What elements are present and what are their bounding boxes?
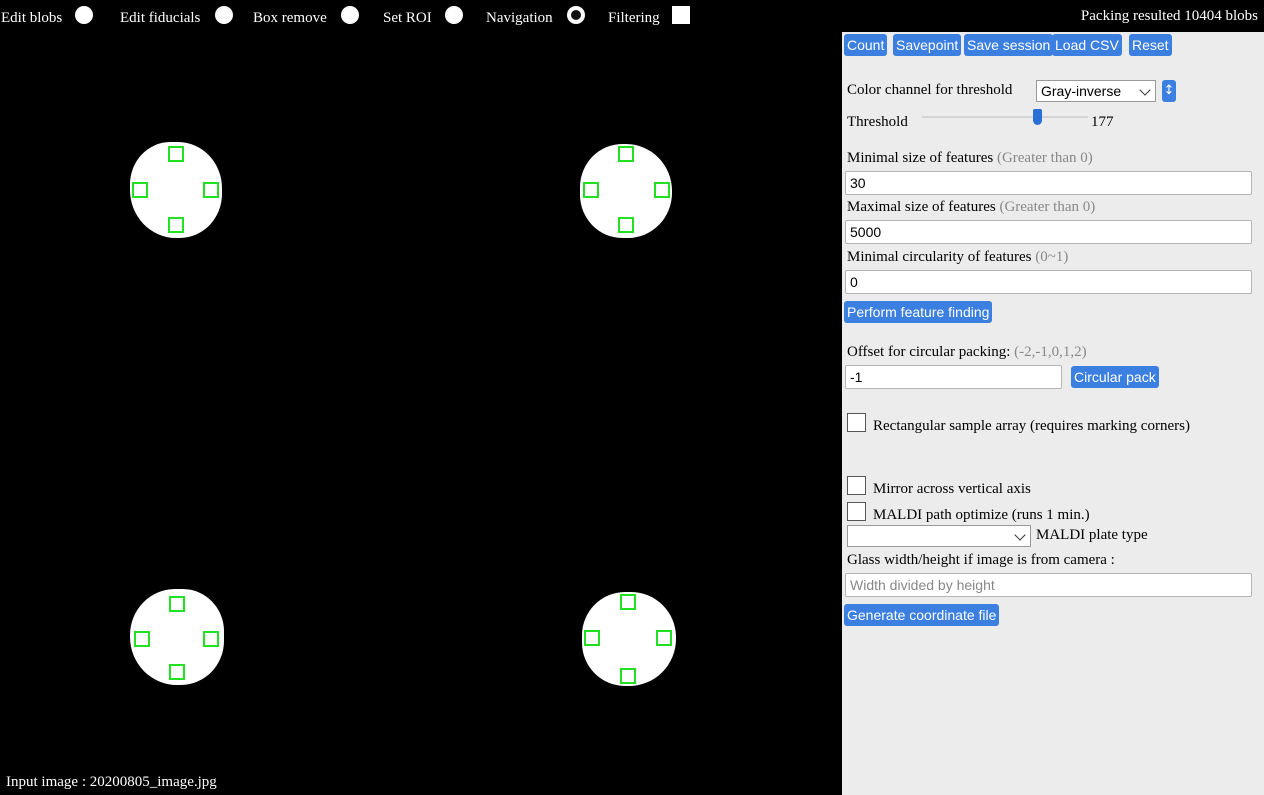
maldi-plate-label: MALDI plate type bbox=[1036, 527, 1148, 543]
swap-vertical-icon[interactable]: ↕ bbox=[1162, 80, 1176, 102]
threshold-slider-thumb[interactable] bbox=[1032, 109, 1042, 125]
mode-label-edit-blobs: Edit blobs bbox=[1, 10, 63, 26]
radio-edit-blobs[interactable] bbox=[75, 6, 93, 24]
fiducial-marker bbox=[203, 631, 219, 647]
fiducial-marker bbox=[654, 182, 670, 198]
mode-label-set-roi: Set ROI bbox=[383, 10, 432, 26]
circularity-input[interactable]: 0 bbox=[845, 270, 1252, 294]
count-button[interactable]: Count bbox=[844, 34, 888, 56]
maldi-optimize-label: MALDI path optimize (runs 1 min.) bbox=[873, 507, 1090, 523]
rectangular-array-checkbox[interactable] bbox=[847, 413, 866, 432]
offset-label: Offset for circular packing: (-2,-1,0,1,… bbox=[847, 344, 1087, 360]
fiducial-marker bbox=[656, 630, 672, 646]
threshold-value: 177 bbox=[1091, 114, 1114, 130]
color-channel-label: Color channel for threshold bbox=[847, 82, 1013, 98]
mode-label-edit-fiducials: Edit fiducials bbox=[120, 10, 201, 26]
color-channel-select[interactable]: Gray-inverse bbox=[1036, 80, 1156, 102]
maldi-optimize-checkbox[interactable] bbox=[847, 502, 866, 521]
max-size-label: Maximal size of features (Greater than 0… bbox=[847, 199, 1096, 215]
fiducial-marker bbox=[620, 594, 636, 610]
perform-feature-finding-button[interactable]: Perform feature finding bbox=[844, 301, 993, 323]
packing-status: Packing resulted 10404 blobs bbox=[1080, 8, 1258, 24]
threshold-label: Threshold bbox=[847, 114, 908, 130]
fiducial-marker bbox=[618, 146, 634, 162]
save-session-button[interactable]: Save session bbox=[964, 34, 1054, 56]
rectangular-array-label: Rectangular sample array (requires marki… bbox=[873, 418, 1190, 434]
circularity-label: Minimal circularity of features (0~1) bbox=[847, 249, 1069, 265]
image-canvas[interactable]: Input image : 20200805_image.jpg bbox=[0, 32, 842, 795]
fiducial-marker bbox=[132, 182, 148, 198]
fiducial-marker bbox=[584, 630, 600, 646]
color-channel-value: Gray-inverse bbox=[1041, 83, 1122, 99]
input-image-label: Input image : 20200805_image.jpg bbox=[6, 774, 217, 790]
glass-ratio-label: Glass width/height if image is from came… bbox=[847, 552, 1115, 568]
mode-label-box-remove: Box remove bbox=[253, 10, 327, 26]
fiducial-marker bbox=[169, 664, 185, 680]
chevron-down-icon bbox=[1014, 529, 1026, 541]
fiducial-marker bbox=[134, 631, 150, 647]
threshold-slider[interactable] bbox=[922, 116, 1088, 118]
glass-ratio-input[interactable]: Width divided by height bbox=[845, 573, 1252, 597]
mode-toolbar: Edit blobs Edit fiducials Box remove Set… bbox=[0, 0, 1264, 32]
load-csv-button[interactable]: Load CSV bbox=[1052, 34, 1122, 56]
savepoint-button[interactable]: Savepoint bbox=[893, 34, 962, 56]
filtering-checkbox[interactable] bbox=[672, 6, 690, 24]
circular-pack-button[interactable]: Circular pack bbox=[1071, 366, 1159, 388]
fiducial-marker bbox=[203, 182, 219, 198]
radio-box-remove[interactable] bbox=[341, 6, 359, 24]
fiducial-marker bbox=[620, 668, 636, 684]
maldi-plate-select[interactable] bbox=[847, 525, 1031, 547]
radio-edit-fiducials[interactable] bbox=[215, 6, 233, 24]
chevron-down-icon bbox=[1139, 84, 1151, 96]
offset-input[interactable]: -1 bbox=[845, 365, 1062, 389]
mirror-checkbox[interactable] bbox=[847, 476, 866, 495]
mirror-label: Mirror across vertical axis bbox=[873, 481, 1031, 497]
fiducial-marker bbox=[583, 182, 599, 198]
control-panel: Count Savepoint Save session Load CSV Re… bbox=[842, 32, 1264, 795]
fiducial-marker bbox=[168, 217, 184, 233]
mode-label-navigation: Navigation bbox=[486, 10, 553, 26]
radio-set-roi[interactable] bbox=[445, 6, 463, 24]
min-size-input[interactable]: 30 bbox=[845, 171, 1252, 195]
filtering-label: Filtering bbox=[608, 10, 660, 26]
reset-button[interactable]: Reset bbox=[1129, 34, 1172, 56]
min-size-label: Minimal size of features (Greater than 0… bbox=[847, 150, 1093, 166]
max-size-input[interactable]: 5000 bbox=[845, 220, 1252, 244]
generate-coordinate-file-button[interactable]: Generate coordinate file bbox=[844, 604, 1000, 626]
radio-navigation[interactable] bbox=[567, 6, 585, 24]
fiducial-marker bbox=[169, 596, 185, 612]
fiducial-marker bbox=[618, 217, 634, 233]
fiducial-marker bbox=[168, 146, 184, 162]
